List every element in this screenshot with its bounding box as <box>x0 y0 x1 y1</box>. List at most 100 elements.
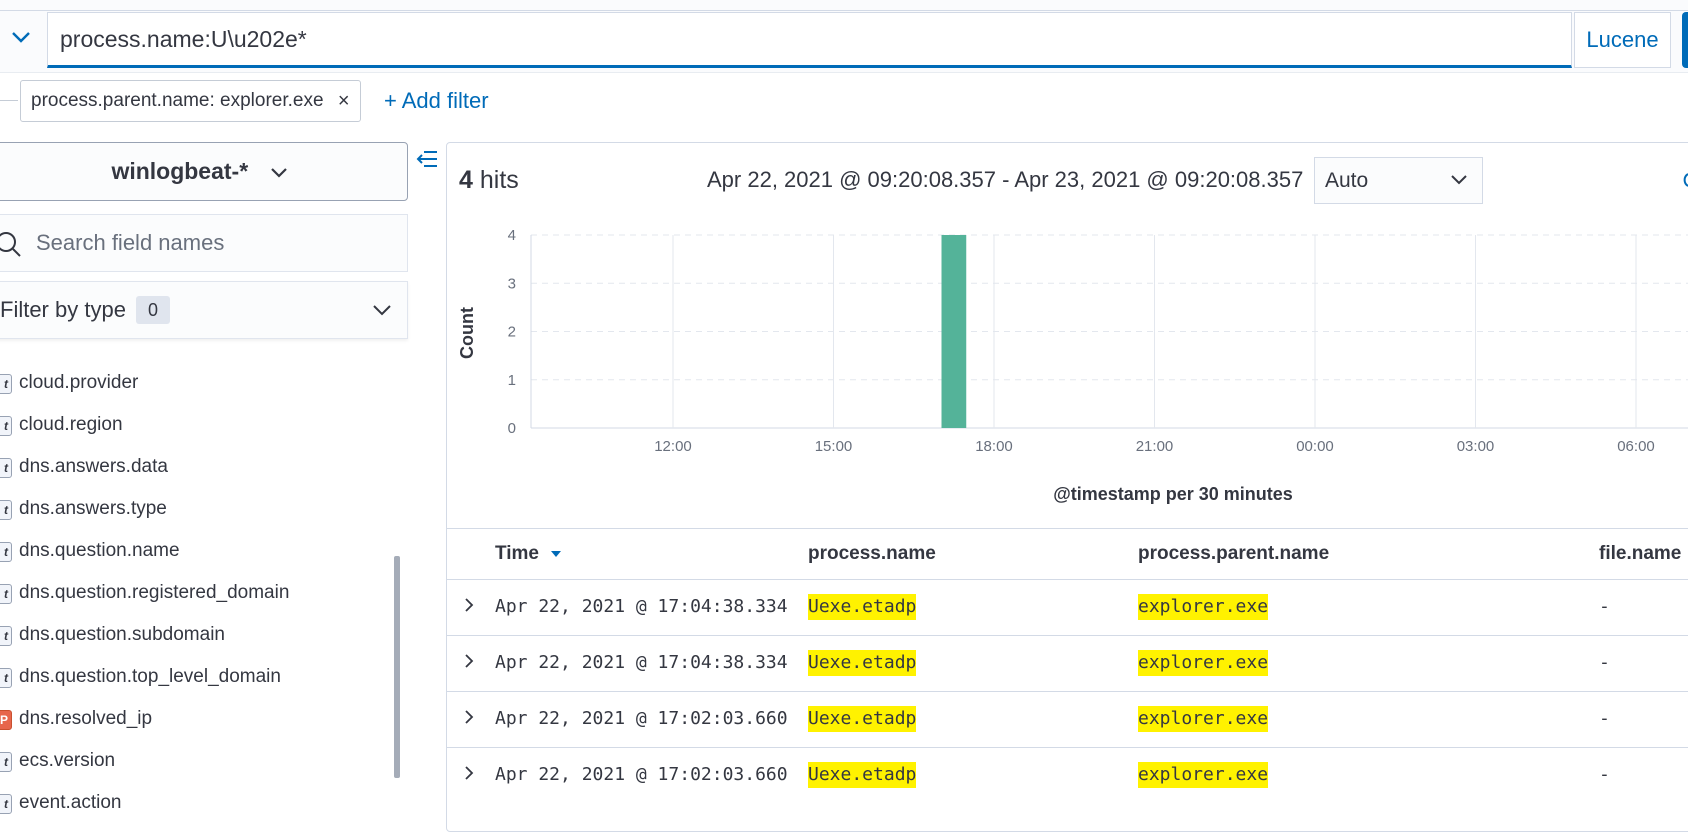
cell-process-parent-name: explorer.exe <box>1138 706 1269 732</box>
field-list-item[interactable]: t dns.question.subdomain <box>0 618 400 652</box>
string-field-type-icon: t <box>0 668 12 688</box>
filter-pill-label: process.parent.name: explorer.exe <box>31 90 324 111</box>
x-tick-label: 12:00 <box>654 438 692 455</box>
column-header-file-name[interactable]: file.name <box>1599 541 1681 567</box>
cell-process-name: Uexe.etadp <box>808 650 917 676</box>
field-name-label: event.action <box>19 792 122 813</box>
x-tick-label: 00:00 <box>1296 438 1334 455</box>
table-row[interactable]: Apr 22, 2021 @ 17:02:03.660 Uexe.etadp exp… <box>446 747 1688 804</box>
y-tick-label: 2 <box>508 324 516 341</box>
ip-field-type-icon: IP <box>0 710 12 730</box>
histogram-x-ticks: 12:00 15:00 18:00 21:00 00:00 03:00 06:00 <box>654 438 1655 455</box>
hits-number: 4 <box>459 166 473 194</box>
histogram-bars <box>941 235 967 428</box>
histogram-chart[interactable]: 0 1 2 3 4 12:00 15:00 18:00 21:00 00:00 03:00 06:0… <box>446 215 1688 515</box>
cell-file-name: - <box>1599 596 1610 617</box>
time-range-label: Apr 22, 2021 @ 09:20:08.357 - Apr 23, 20… <box>707 167 1304 192</box>
y-tick-label: 0 <box>508 420 516 437</box>
chevron-right-icon[interactable] <box>460 652 478 670</box>
string-field-type-icon: t <box>0 626 12 646</box>
field-name-label: dns.resolved_ip <box>19 708 153 729</box>
column-header-process-parent-name[interactable]: process.parent.name <box>1138 541 1329 567</box>
index-pattern-selector[interactable]: winlogbeat-* <box>0 142 408 201</box>
close-icon[interactable]: × <box>338 81 350 121</box>
histogram-grid <box>530 234 1688 429</box>
refresh-button[interactable] <box>1682 12 1688 68</box>
interval-value: Auto <box>1325 169 1369 192</box>
field-list-item[interactable]: t dns.question.registered_domain <box>0 576 400 610</box>
table-row[interactable]: Apr 22, 2021 @ 17:04:38.334 Uexe.etadp exp… <box>446 635 1688 692</box>
cell-time: Apr 22, 2021 @ 17:02:03.660 <box>495 764 788 785</box>
top-divider <box>0 10 1688 11</box>
chevron-right-icon[interactable] <box>460 764 478 782</box>
field-list-item[interactable]: t cloud.region <box>0 408 400 442</box>
cell-time: Apr 22, 2021 @ 17:04:38.334 <box>495 652 788 673</box>
y-tick-label: 4 <box>508 227 516 244</box>
field-name-label: ecs.version <box>19 750 116 771</box>
string-field-type-icon: t <box>0 458 12 478</box>
chevron-down-icon[interactable] <box>371 299 393 321</box>
x-tick-label: 06:00 <box>1617 438 1655 455</box>
field-name-label: dns.question.registered_domain <box>19 582 290 603</box>
cell-file-name: - <box>1599 652 1610 673</box>
cell-file-name: - <box>1599 708 1610 729</box>
filter-pill[interactable]: process.parent.name: explorer.exe × <box>20 80 361 122</box>
string-field-type-icon: t <box>0 416 12 436</box>
x-tick-label: 15:00 <box>815 438 853 455</box>
chevron-down-icon <box>270 168 287 178</box>
column-header-time-label: Time <box>495 543 540 564</box>
column-header-process-name[interactable]: process.name <box>808 541 936 567</box>
add-filter-button[interactable]: + Add filter <box>384 86 489 116</box>
field-list-item[interactable]: t dns.question.top_level_domain <box>0 660 400 694</box>
interval-select[interactable]: Auto <box>1314 157 1483 204</box>
cell-process-parent-name: explorer.exe <box>1138 762 1269 788</box>
chart-options-icon[interactable] <box>1680 172 1688 192</box>
cell-process-name: Uexe.etadp <box>808 594 917 620</box>
field-list-item[interactable]: t ecs.version <box>0 744 400 778</box>
table-top-divider <box>446 528 1688 529</box>
string-field-type-icon: t <box>0 794 12 814</box>
cell-process-name: Uexe.etadp <box>808 762 917 788</box>
field-name-label: cloud.provider <box>19 372 139 393</box>
x-tick-label: 03:00 <box>1457 438 1495 455</box>
string-field-type-icon: t <box>0 500 12 520</box>
query-language-button[interactable]: Lucene <box>1574 12 1671 68</box>
field-list-item[interactable]: t event.action <box>0 786 400 814</box>
x-tick-label: 21:00 <box>1136 438 1174 455</box>
field-list-item[interactable]: t cloud.provider <box>0 366 400 400</box>
histogram-y-ticks: 0 1 2 3 4 <box>508 227 516 437</box>
string-field-type-icon: t <box>0 374 12 394</box>
filter-by-type-label: Filter by type <box>0 297 126 322</box>
collapse-sidebar-icon[interactable] <box>415 147 439 171</box>
field-list-item[interactable]: t dns.question.name <box>0 534 400 568</box>
field-list-item[interactable]: t dns.answers.data <box>0 450 400 484</box>
y-tick-label: 1 <box>508 372 516 389</box>
cell-time: Apr 22, 2021 @ 17:02:03.660 <box>495 708 788 729</box>
field-name-label: dns.question.top_level_domain <box>19 666 281 687</box>
field-name-label: dns.question.name <box>19 540 180 561</box>
table-row[interactable]: Apr 22, 2021 @ 17:04:38.334 Uexe.etadp exp… <box>446 579 1688 636</box>
chevron-right-icon[interactable] <box>460 596 478 614</box>
cell-file-name: - <box>1599 764 1610 785</box>
sort-down-icon[interactable] <box>550 550 562 558</box>
histogram-y-label: Count <box>457 307 477 359</box>
x-tick-label: 18:00 <box>975 438 1013 455</box>
cell-time: Apr 22, 2021 @ 17:04:38.334 <box>495 596 788 617</box>
filter-count-badge: 0 <box>136 296 170 324</box>
sidebar-scrollbar[interactable] <box>394 556 400 778</box>
field-name-label: dns.question.subdomain <box>19 624 225 645</box>
query-input[interactable]: process.name:U\u202e* <box>47 12 1572 68</box>
column-header-time[interactable]: Time <box>495 541 562 567</box>
histogram-x-label: @timestamp per 30 minutes <box>1053 484 1293 504</box>
field-list: t cloud.provider t cloud.region t dns.answers… <box>0 366 400 814</box>
histogram-bar[interactable] <box>941 235 967 428</box>
hits-count: 4 hits <box>459 165 519 195</box>
chevron-down-icon[interactable] <box>10 26 32 48</box>
field-list-item[interactable]: t dns.answers.type <box>0 492 400 526</box>
field-name-label: dns.answers.data <box>19 456 168 477</box>
field-list-item[interactable]: IP dns.resolved_ip <box>0 702 400 736</box>
table-row[interactable]: Apr 22, 2021 @ 17:02:03.660 Uexe.etadp exp… <box>446 691 1688 748</box>
cell-process-parent-name: explorer.exe <box>1138 594 1269 620</box>
search-field-names-input[interactable] <box>36 216 396 270</box>
chevron-right-icon[interactable] <box>460 708 478 726</box>
